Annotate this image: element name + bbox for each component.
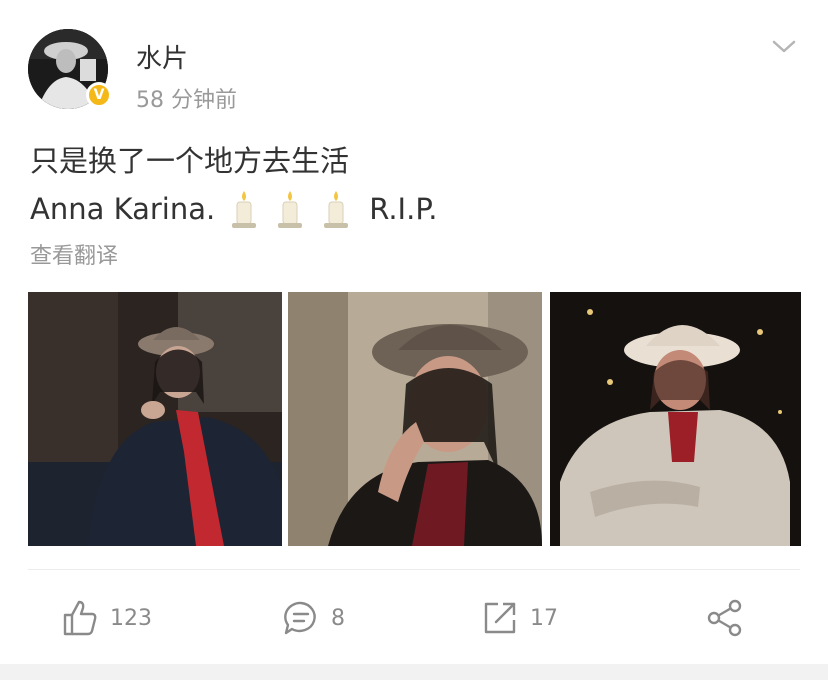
post-photo-2[interactable] [288,292,542,546]
action-bar: 123 8 17 [0,590,828,646]
post-photo-3[interactable] [550,292,801,546]
post-header: V 水片 58 分钟前 [0,0,828,120]
like-button[interactable]: 123 [62,590,152,646]
verified-badge-icon: V [86,82,112,108]
candle-icon [324,191,349,228]
photo-grid [28,292,801,546]
photo-woman-white-hat-lights-icon [550,292,801,546]
share-icon [707,599,742,637]
username[interactable]: 水片 [136,38,188,75]
post-text-rip: R.I.P. [369,192,438,226]
comment-button[interactable]: 8 [283,590,345,646]
thumbs-up-icon [63,600,97,636]
repost-button[interactable]: 17 [482,590,558,646]
section-separator [0,664,828,680]
post-text-name: Anna Karina. [30,192,216,226]
comment-count: 8 [331,605,345,631]
share-button[interactable] [706,590,756,646]
photo-woman-hat-red-scarf-icon [28,292,282,546]
translate-link[interactable]: 查看翻译 [30,238,118,270]
photo-woman-hat-hand-on-cheek-icon [288,292,542,546]
post-photo-1[interactable] [28,292,282,546]
post-timestamp: 58 分钟前 [136,88,237,113]
post-text-line2: Anna Karina. R.I.P. [30,189,438,229]
like-count: 123 [110,605,152,631]
comment-icon [284,601,316,635]
post-text-line1: 只是换了一个地方去生活 [30,144,350,178]
repost-icon [484,602,516,634]
divider [28,569,800,570]
chevron-down-icon[interactable] [770,37,798,57]
candle-icon [232,191,257,228]
repost-count: 17 [530,605,558,631]
candle-icon [278,191,303,228]
